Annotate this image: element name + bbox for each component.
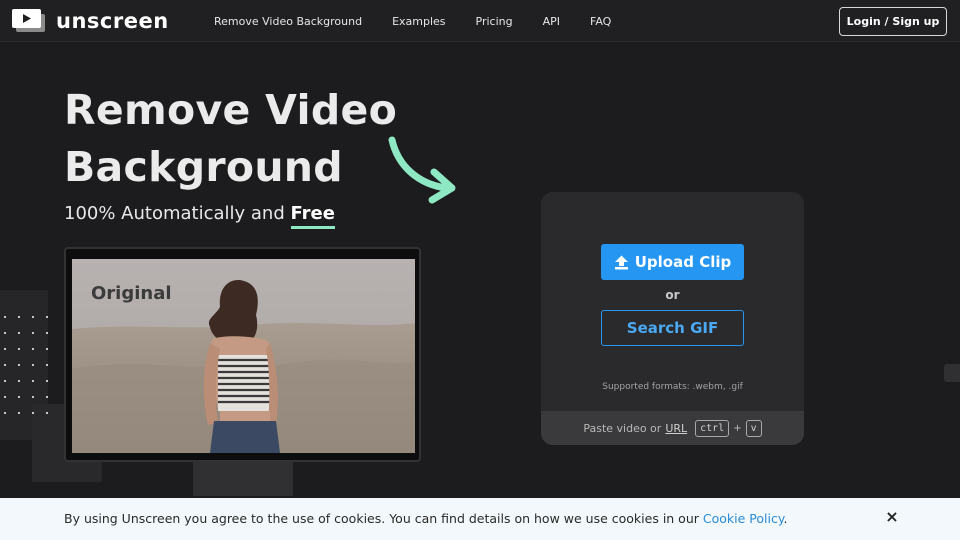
nav-link-examples[interactable]: Examples: [392, 15, 445, 28]
cookie-message-suffix: .: [783, 511, 788, 526]
nav-link-api[interactable]: API: [543, 15, 560, 28]
brand-name: unscreen: [56, 9, 169, 33]
upload-clip-label: Upload Clip: [634, 253, 732, 271]
brand-logo[interactable]: unscreen: [12, 8, 172, 34]
cookie-message: By using Unscreen you agree to the use o…: [64, 511, 787, 526]
demo-video-original[interactable]: Original: [72, 259, 415, 453]
paste-url-link[interactable]: URL: [665, 422, 687, 435]
hero-subtitle-free: Free: [290, 203, 335, 229]
curved-arrow-icon: [388, 136, 456, 204]
monitor-stand: [193, 462, 293, 496]
paste-bar: Paste video or URL ctrl + v: [541, 411, 804, 445]
search-gif-button[interactable]: Search GIF: [601, 310, 744, 346]
demo-monitor: Original: [64, 247, 421, 462]
hero-subtitle-text: 100% Automatically and: [64, 203, 291, 224]
hero-subtitle: 100% Automatically and Free: [64, 203, 335, 229]
play-logo-icon: [12, 9, 46, 33]
upload-icon: [614, 255, 628, 269]
top-navigation: unscreen Remove Video Background Example…: [0, 0, 960, 42]
hero-title-line-1: Remove Video: [64, 86, 398, 134]
or-separator: or: [665, 288, 680, 302]
paste-prefix-text: Paste video or: [583, 421, 662, 435]
nav-links: Remove Video Background Examples Pricing…: [214, 0, 641, 42]
login-signup-button[interactable]: Login / Sign up: [839, 7, 947, 36]
upload-clip-button[interactable]: Upload Clip: [601, 244, 744, 280]
v-key: v: [745, 419, 762, 437]
supported-formats-text: Supported formats: .webm, .gif: [602, 382, 743, 392]
side-tab: [944, 364, 960, 382]
cookie-consent-bar: By using Unscreen you agree to the use o…: [0, 498, 960, 540]
nav-link-pricing[interactable]: Pricing: [476, 15, 513, 28]
key-plus: +: [733, 422, 742, 434]
cookie-message-text: By using Unscreen you agree to the use o…: [64, 511, 703, 526]
upload-card: Upload Clip or Search GIF Supported form…: [541, 192, 804, 445]
original-label: Original: [91, 283, 172, 304]
cookie-policy-link[interactable]: Cookie Policy: [703, 511, 784, 526]
nav-link-faq[interactable]: FAQ: [590, 15, 611, 28]
nav-link-remove-video-background[interactable]: Remove Video Background: [214, 15, 362, 28]
hero-title-line-2: Background: [64, 143, 343, 191]
ctrl-key: ctrl: [695, 419, 730, 437]
dot-pattern-decoration: [3, 315, 49, 415]
close-icon[interactable]: ×: [884, 507, 900, 526]
